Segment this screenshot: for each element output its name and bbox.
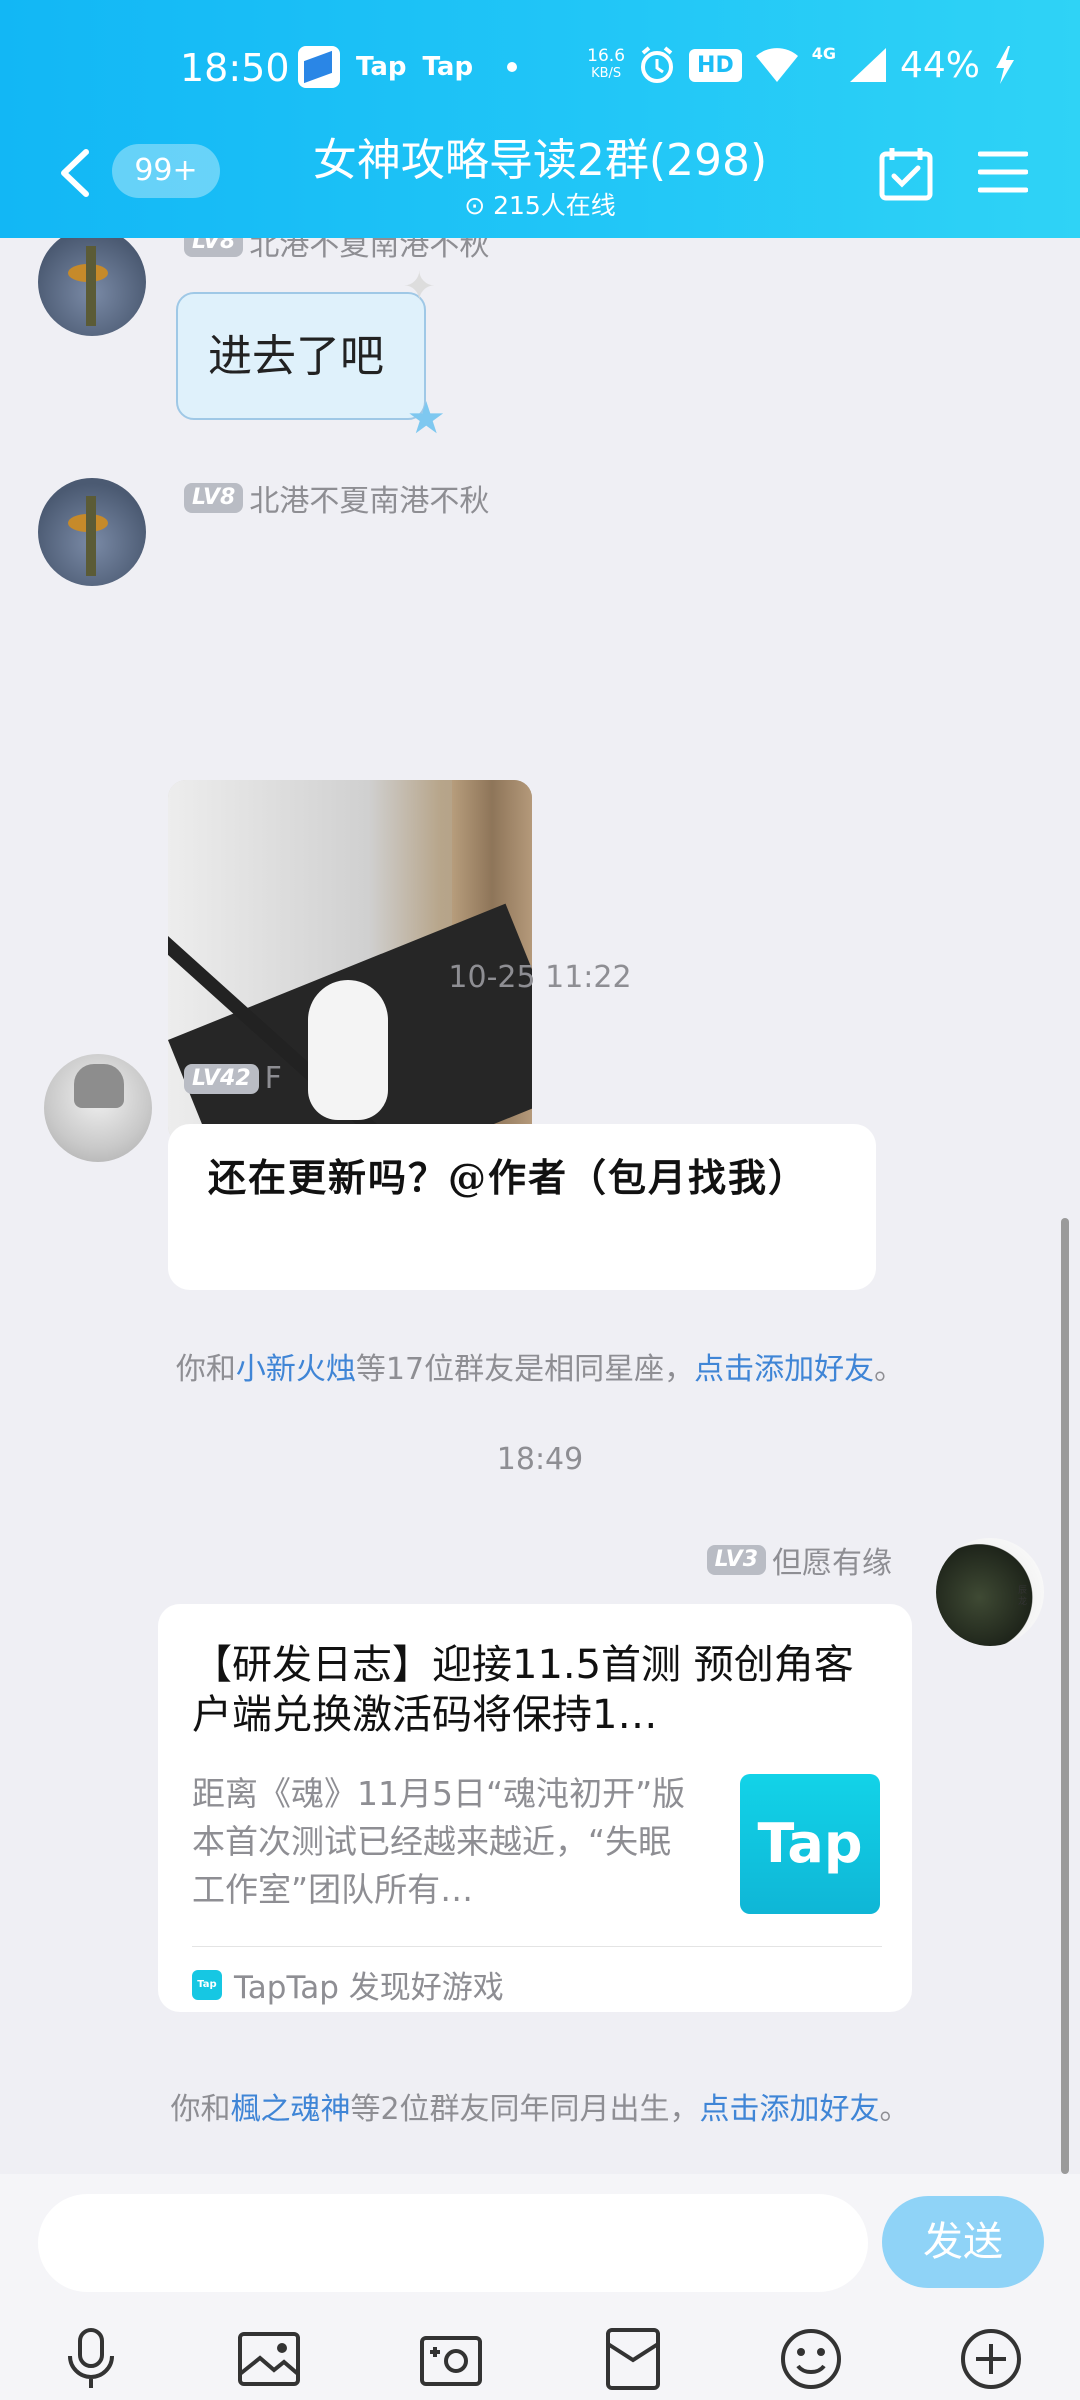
- nickname: 北港不夏南港不秋: [249, 484, 490, 519]
- star-decoration-icon: ★: [406, 393, 446, 444]
- alarm-icon: [641, 46, 674, 83]
- timestamp: 18:49: [496, 1442, 584, 1477]
- add-friend-link[interactable]: 点击添加好友: [700, 2092, 880, 2127]
- wifi-icon: [755, 48, 798, 82]
- message-list[interactable]: LV8 北港不夏南港不秋 ✦ 进去了吧 ★ LV8 北港不夏南港不秋 10-25 1…: [0, 238, 1080, 2174]
- system-status: 16.6 KB/S HD 4G 44%: [587, 44, 1018, 86]
- taptap-notification-label: Tap: [356, 52, 407, 82]
- microphone-icon[interactable]: [58, 2326, 124, 2392]
- tip-prefix: 你和: [175, 1352, 236, 1387]
- red-packet-icon[interactable]: [600, 2326, 666, 2392]
- tip-middle: 等2位群友同年同月出生，: [350, 2092, 700, 2127]
- menu-icon[interactable]: [978, 150, 1028, 194]
- notification-icons: Tap Tap: [298, 46, 518, 88]
- sender-name: LV42 F: [184, 1060, 282, 1096]
- card-title: 【研发日志】迎接11.5首测 预创角客户端兑换激活码将保持1…: [192, 1642, 854, 1738]
- card-source: Tap TapTap 发现好游戏: [192, 1962, 504, 2007]
- sticker-text: 进去了吧: [208, 331, 384, 382]
- signal-icon: [849, 48, 886, 82]
- chat-header: 18:50 Tap Tap 16.6 KB/S HD 4G 44% 99+ 女神…: [0, 0, 1080, 238]
- level-badge: LV8: [184, 238, 244, 257]
- nickname: 北港不夏南港不秋: [249, 238, 490, 263]
- send-button[interactable]: 发送: [882, 2196, 1044, 2288]
- wing-decoration-icon: ✦: [402, 264, 436, 310]
- network-speed-unit: KB/S: [591, 66, 622, 81]
- avatar[interactable]: 辰龙: [936, 1538, 1044, 1646]
- card-source-label: TapTap 发现好游戏: [234, 1970, 504, 2006]
- status-bar: 18:50 Tap Tap 16.6 KB/S HD 4G 44%: [0, 38, 1080, 102]
- image-cat: [308, 980, 388, 1120]
- sender-name: LV8 北港不夏南港不秋: [184, 238, 489, 264]
- tip-middle: 等17位群友是相同星座，: [355, 1352, 695, 1387]
- tip-user-link[interactable]: 楓之魂神: [230, 2092, 350, 2127]
- text-message-bubble[interactable]: 还在更新吗？@作者（包月找我）: [168, 1124, 876, 1290]
- tip-prefix: 你和: [170, 2092, 231, 2127]
- avatar-text: 辰龙: [1018, 1586, 1028, 1607]
- network-type: 4G: [811, 44, 836, 63]
- hd-badge: HD: [689, 48, 742, 82]
- image-icon[interactable]: [236, 2326, 302, 2392]
- online-count-label: 215人在线: [493, 191, 616, 220]
- avatar[interactable]: [38, 238, 146, 336]
- input-bar: 发送: [0, 2174, 1080, 2400]
- emoji-icon[interactable]: [778, 2326, 844, 2392]
- battery-level: 44%: [899, 44, 980, 86]
- sticker-message[interactable]: ✦ 进去了吧 ★: [176, 264, 446, 444]
- level-badge: LV8: [184, 483, 244, 513]
- charging-icon: [996, 46, 1014, 84]
- timestamp: 10-25 11:22: [448, 960, 632, 995]
- card-description: 距离《魂》11月5日“魂沌初开”版本首次测试已经越来越近，“失眠工作室”团队所有…: [192, 1774, 686, 1909]
- more-notifications-dot: [507, 62, 518, 72]
- tip-suffix: 。: [879, 2092, 910, 2127]
- message-text: 还在更新吗？@作者（包月找我）: [208, 1155, 809, 1200]
- taptap-logo-icon: Tap: [740, 1774, 880, 1914]
- nickname: F: [264, 1061, 282, 1096]
- card-divider: [192, 1946, 882, 1947]
- network-speed: 16.6 KB/S: [587, 48, 625, 82]
- shared-link-card[interactable]: 【研发日志】迎接11.5首测 预创角客户端兑换激活码将保持1… 距离《魂》11月…: [158, 1604, 912, 2012]
- scrollbar[interactable]: [1061, 1218, 1069, 2174]
- calendar-checkin-icon[interactable]: [878, 146, 934, 202]
- add-friend-link[interactable]: 点击添加好友: [694, 1352, 874, 1387]
- sender-name: LV3 但愿有缘: [706, 1538, 892, 1582]
- taptap-small-icon: Tap: [192, 1969, 222, 2000]
- sender-name: LV8 北港不夏南港不秋: [184, 476, 489, 520]
- level-badge: LV42: [184, 1063, 259, 1094]
- taptap-notification-label: Tap: [422, 52, 474, 82]
- tip-user-link[interactable]: 小新火烛: [236, 1352, 356, 1387]
- online-check-icon: ⊙: [464, 191, 494, 220]
- paper-plane-app-icon: [298, 46, 340, 88]
- avatar[interactable]: [38, 478, 146, 586]
- system-tip-same-constellation: 你和小新火烛等17位群友是相同星座，点击添加好友。: [0, 1344, 1080, 1388]
- tip-suffix: 。: [874, 1352, 905, 1387]
- input-toolbar: [0, 2326, 1080, 2396]
- level-badge: LV3: [706, 1545, 766, 1575]
- plus-icon[interactable]: [958, 2326, 1024, 2392]
- avatar[interactable]: [44, 1054, 152, 1162]
- network-speed-value: 16.6: [587, 46, 626, 66]
- message-input[interactable]: [38, 2194, 868, 2292]
- camera-icon[interactable]: [418, 2326, 484, 2392]
- nickname: 但愿有缘: [772, 1546, 892, 1581]
- system-tip-same-birth: 你和楓之魂神等2位群友同年同月出生，点击添加好友。: [0, 2084, 1080, 2128]
- nav-bar: 99+ 女神攻略导读2群(298) ⊙ 215人在线: [0, 118, 1080, 228]
- status-time: 18:50: [180, 46, 290, 90]
